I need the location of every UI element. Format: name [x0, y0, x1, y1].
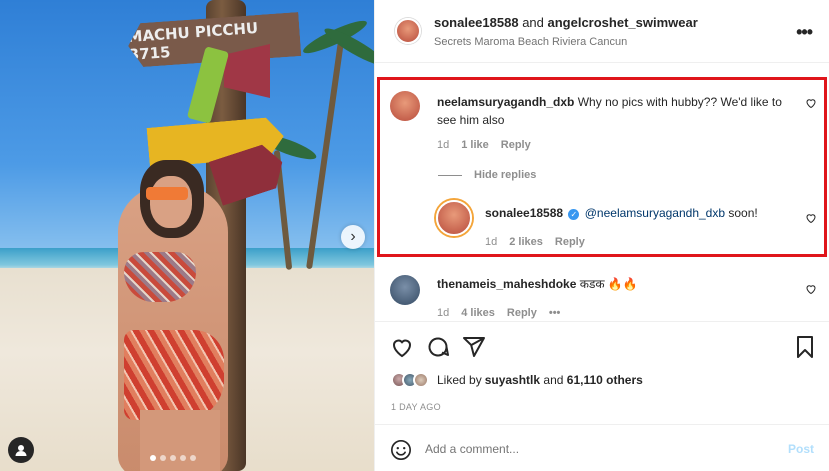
- heart-icon[interactable]: [805, 212, 817, 224]
- comment-text: कडक 🔥🔥: [579, 277, 638, 291]
- authors-conj: and: [518, 15, 548, 30]
- liked-by-prefix: Liked by: [437, 373, 482, 387]
- person-face: [150, 176, 192, 228]
- comment-body: neelamsuryagandh_dxb Why no pics with hu…: [437, 93, 797, 129]
- coauthor-link[interactable]: angelcroshet_swimwear: [548, 15, 698, 30]
- avatar[interactable]: [436, 200, 472, 236]
- post-authors: sonalee18588 and angelcroshet_swimwear: [434, 15, 698, 30]
- liked-by-user[interactable]: suyashtlk: [485, 373, 540, 387]
- carousel-dot: [180, 455, 186, 461]
- post-button[interactable]: Post: [788, 442, 814, 456]
- post-actions: Liked by suyashtlk and 61,110 others 1 D…: [375, 321, 829, 421]
- avatar[interactable]: [390, 91, 420, 121]
- more-icon[interactable]: •••: [549, 307, 561, 319]
- comment-time: 1d: [437, 139, 450, 151]
- author-link[interactable]: sonalee18588: [434, 15, 519, 30]
- hide-replies-button[interactable]: Hide replies: [438, 169, 536, 181]
- emoji-icon[interactable]: [390, 439, 412, 461]
- heart-icon[interactable]: [805, 97, 817, 109]
- comment-meta: 1d 4 likes Reply •••: [437, 307, 560, 319]
- avatar[interactable]: [413, 372, 429, 388]
- verified-icon: ✓: [568, 209, 580, 220]
- comment-username[interactable]: sonalee18588: [485, 206, 563, 220]
- reply-button[interactable]: Reply: [501, 139, 531, 151]
- liked-by-mid: and: [540, 373, 567, 387]
- comment-time: 1d: [437, 307, 450, 319]
- carousel-dots: [150, 455, 196, 461]
- comment-likes[interactable]: 4 likes: [461, 307, 495, 319]
- add-comment-bar: Post: [375, 424, 829, 471]
- comment-username[interactable]: neelamsuryagandh_dxb: [437, 95, 574, 109]
- carousel-dot: [160, 455, 166, 461]
- post-timestamp[interactable]: 1 DAY AGO: [391, 402, 441, 412]
- sarong: [124, 330, 224, 420]
- mention-link[interactable]: @neelamsuryagandh_dxb: [585, 206, 725, 220]
- likes-summary: Liked by suyashtlk and 61,110 others: [391, 372, 643, 388]
- bikini-top: [124, 252, 196, 302]
- sunglasses: [146, 187, 188, 200]
- carousel-dot: [190, 455, 196, 461]
- comment-icon[interactable]: [426, 335, 450, 359]
- carousel-dot: [170, 455, 176, 461]
- hide-replies-label: Hide replies: [474, 169, 537, 181]
- user-tag-icon[interactable]: [8, 437, 34, 463]
- divider: [438, 174, 462, 176]
- carousel-dot: [150, 455, 156, 461]
- comment-meta: 1d 2 likes Reply: [485, 236, 585, 248]
- avatar[interactable]: [395, 18, 421, 44]
- comment-time: 1d: [485, 236, 498, 248]
- comment-body: sonalee18588 ✓ @neelamsuryagandh_dxb soo…: [485, 204, 805, 222]
- chevron-right-icon[interactable]: ›: [341, 225, 365, 249]
- comments-list[interactable]: neelamsuryagandh_dxb Why no pics with hu…: [375, 63, 829, 321]
- avatar[interactable]: [390, 275, 420, 305]
- comment-input[interactable]: [425, 442, 725, 456]
- comment-likes[interactable]: 1 like: [461, 139, 489, 151]
- post-sidebar: sonalee18588 and angelcroshet_swimwear S…: [374, 0, 829, 471]
- post-header: sonalee18588 and angelcroshet_swimwear S…: [375, 0, 829, 63]
- comment-likes[interactable]: 2 likes: [509, 236, 543, 248]
- liked-by-count[interactable]: 61,110 others: [567, 373, 643, 387]
- reply-button[interactable]: Reply: [507, 307, 537, 319]
- comment-body: thenameis_maheshdoke कडक 🔥🔥: [437, 275, 797, 293]
- post-photo[interactable]: MACHU PICCHU 3715 ›: [0, 0, 374, 471]
- bookmark-icon[interactable]: [793, 335, 817, 359]
- comment-meta: 1d 1 like Reply: [437, 139, 531, 151]
- person-legs: [140, 410, 220, 471]
- comment-username[interactable]: thenameis_maheshdoke: [437, 277, 576, 291]
- more-icon[interactable]: •••: [796, 22, 813, 43]
- location-link[interactable]: Secrets Maroma Beach Riviera Cancun: [434, 36, 627, 48]
- heart-icon[interactable]: [390, 335, 414, 359]
- reply-button[interactable]: Reply: [555, 236, 585, 248]
- share-icon[interactable]: [462, 335, 486, 359]
- heart-icon[interactable]: [805, 283, 817, 295]
- comment-text: soon!: [725, 206, 758, 220]
